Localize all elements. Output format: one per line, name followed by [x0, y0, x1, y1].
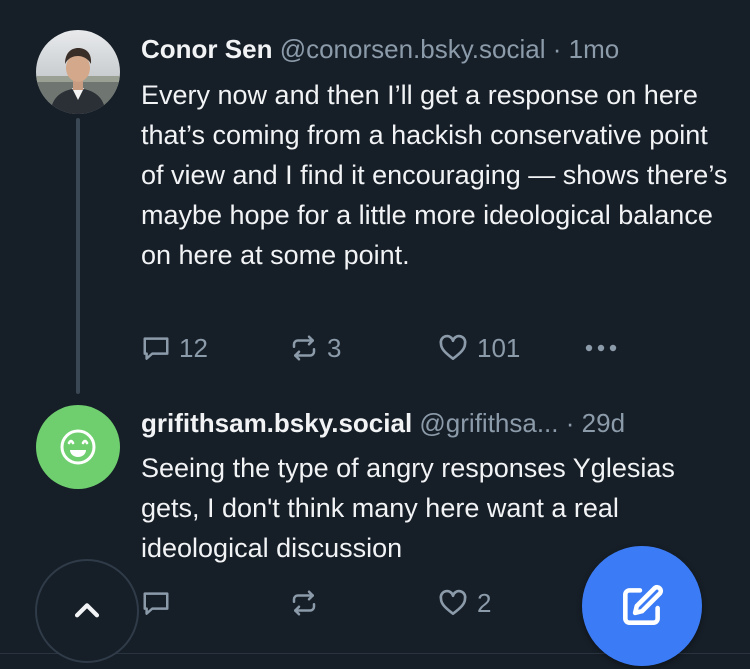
reply-button[interactable]: 12: [141, 328, 208, 368]
author-name[interactable]: Conor Sen: [141, 34, 272, 64]
heart-icon: [439, 589, 467, 615]
profile-photo: [36, 30, 120, 114]
post-text: Every now and then I’ll get a response o…: [141, 80, 728, 270]
reply-count: 12: [179, 332, 208, 363]
like-count: 2: [477, 587, 492, 618]
post-actions: 12 3 101: [141, 328, 621, 368]
like-count: 101: [477, 332, 521, 363]
smiley-icon: [60, 429, 96, 465]
repost-button[interactable]: [289, 583, 327, 623]
heart-icon: [439, 334, 467, 360]
reply-button[interactable]: [141, 583, 179, 623]
repost-arrows-icon: [292, 590, 316, 616]
thread-line: [76, 118, 80, 394]
repost-count: 3: [327, 332, 342, 363]
avatar[interactable]: [36, 30, 120, 114]
like-button[interactable]: 2: [437, 583, 491, 623]
post-timestamp[interactable]: 29d: [582, 408, 625, 438]
speech-bubble-icon: [143, 592, 169, 615]
scroll-to-top-button[interactable]: [35, 559, 139, 663]
author-handle[interactable]: @conorsen.bsky.social: [280, 34, 546, 64]
post-header: grifithsam.bsky.social @grifithsa... · 2…: [141, 407, 726, 439]
repost-arrows-icon: [292, 335, 316, 361]
compose-post-button[interactable]: [582, 546, 702, 666]
post-timestamp[interactable]: 1mo: [569, 34, 620, 64]
post-actions: 2: [141, 583, 621, 623]
author-name[interactable]: grifithsam.bsky.social: [141, 408, 412, 438]
avatar[interactable]: [36, 405, 120, 489]
more-options-button[interactable]: [581, 328, 621, 368]
chevron-up-icon: [74, 603, 100, 618]
compose-icon: [623, 585, 663, 625]
speech-bubble-icon: [143, 337, 169, 360]
post-thread: Conor Sen @conorsen.bsky.social · 1mo Ev…: [0, 0, 750, 669]
separator: ·: [552, 34, 562, 64]
post-header: Conor Sen @conorsen.bsky.social · 1mo: [141, 33, 726, 65]
post[interactable]: Conor Sen @conorsen.bsky.social · 1mo Ev…: [0, 0, 750, 395]
like-button[interactable]: 101: [437, 328, 520, 368]
separator: ·: [565, 408, 575, 438]
repost-button[interactable]: 3: [289, 328, 341, 368]
author-handle[interactable]: @grifithsa...: [419, 408, 558, 438]
more-dots-icon: [585, 344, 617, 352]
